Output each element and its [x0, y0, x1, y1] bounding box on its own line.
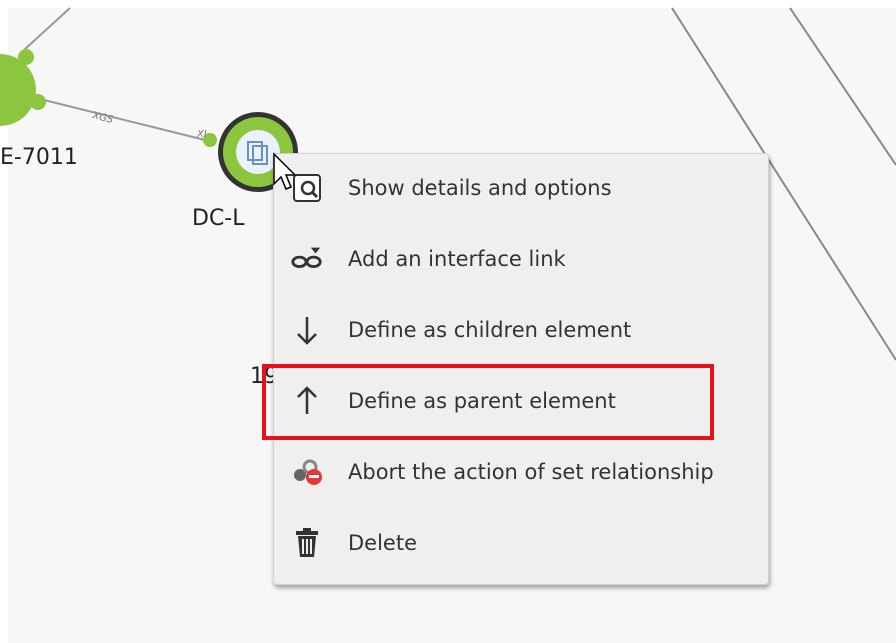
link-label-xgs: XGS — [90, 110, 115, 126]
node-e-7011[interactable] — [0, 49, 46, 126]
menu-item-label: Show details and options — [348, 176, 612, 200]
menu-item-label: Abort the action of set relationship — [348, 460, 714, 484]
menu-item-delete[interactable]: Delete — [274, 513, 768, 573]
topology-canvas[interactable]: XGS XI E-7011 DC-L 19 Show details and o… — [0, 0, 896, 643]
interface-link-icon — [290, 242, 324, 276]
node-label-dc-l: DC-L — [192, 206, 245, 231]
menu-item-label: Add an interface link — [348, 247, 566, 271]
menu-item-define-children[interactable]: Define as children element — [274, 300, 768, 360]
highlight-annotation — [262, 364, 714, 440]
abort-relationship-icon — [290, 455, 324, 489]
link-line — [789, 7, 896, 166]
mouse-cursor-icon — [272, 152, 298, 196]
menu-item-abort-relationship[interactable]: Abort the action of set relationship — [274, 442, 768, 502]
menu-item-add-interface-link[interactable]: Add an interface link — [274, 229, 768, 289]
menu-item-label: Define as children element — [348, 318, 632, 342]
link-line — [23, 7, 71, 51]
arrow-down-icon — [290, 313, 324, 347]
menu-item-show-details[interactable]: Show details and options — [274, 158, 768, 218]
link-label-xi: XI — [196, 129, 207, 140]
node-label-e-7011: E-7011 — [0, 145, 78, 170]
link-line — [43, 99, 206, 141]
trash-icon — [290, 526, 324, 560]
menu-item-label: Delete — [348, 531, 417, 555]
